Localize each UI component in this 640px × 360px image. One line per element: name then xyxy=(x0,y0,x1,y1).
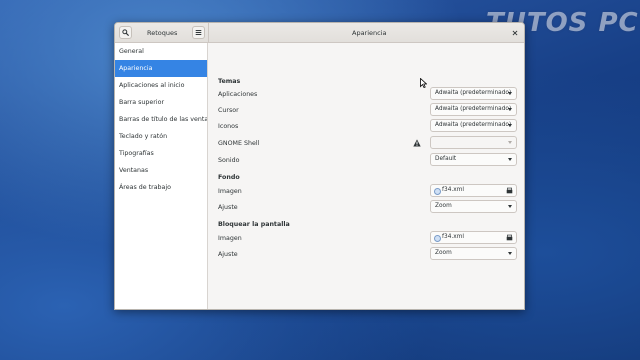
bloqueo-imagen-file-chooser[interactable]: f34.xml xyxy=(430,231,517,244)
iconos-theme-dropdown[interactable]: Adwaita (predeterminado) xyxy=(430,119,517,132)
menu-button[interactable] xyxy=(192,26,205,39)
header-bar: Retoques Apariencia xyxy=(115,23,524,43)
search-button[interactable] xyxy=(119,26,132,39)
aplicaciones-theme-value: Adwaita (predeterminado) xyxy=(435,90,512,96)
search-icon xyxy=(122,29,129,36)
fondo-heading: Fondo xyxy=(218,174,240,181)
sidebar-item-teclado-y-raton[interactable]: Teclado y ratón xyxy=(115,128,207,145)
iconos-label: Iconos xyxy=(218,123,239,130)
chevron-down-icon xyxy=(508,92,512,95)
cursor-label: Cursor xyxy=(218,107,239,114)
mouse-pointer-icon xyxy=(420,78,427,88)
bloqueo-imagen-filename: f34.xml xyxy=(442,234,464,240)
chevron-down-icon xyxy=(508,158,512,161)
close-button[interactable] xyxy=(509,27,520,38)
sidebar-item-tipografias[interactable]: Tipografías xyxy=(115,145,207,162)
sonido-label: Sonido xyxy=(218,157,240,164)
tweaks-window: Retoques Apariencia General Apariencia A… xyxy=(114,22,525,310)
chevron-down-icon xyxy=(508,141,512,144)
fondo-imagen-file-chooser[interactable]: f34.xml xyxy=(430,184,517,197)
sidebar-item-barras-de-titulo[interactable]: Barras de título de las ventanas xyxy=(115,111,207,128)
header-divider xyxy=(208,23,209,43)
aplicaciones-label: Aplicaciones xyxy=(218,91,258,98)
file-chooser-icon xyxy=(506,187,513,194)
gnome-shell-theme-dropdown[interactable] xyxy=(430,136,517,149)
chevron-down-icon xyxy=(508,205,512,208)
sonido-theme-dropdown[interactable]: Default xyxy=(430,153,517,166)
aplicaciones-theme-dropdown[interactable]: Adwaita (predeterminado) xyxy=(430,87,517,100)
cursor-theme-value: Adwaita (predeterminado) xyxy=(435,106,512,112)
bloqueo-imagen-label: Imagen xyxy=(218,235,242,242)
file-chooser-icon xyxy=(506,234,513,241)
fondo-imagen-filename: f34.xml xyxy=(442,187,464,193)
sidebar-item-aplicaciones-al-inicio[interactable]: Aplicaciones al inicio xyxy=(115,77,207,94)
bloqueo-ajuste-label: Ajuste xyxy=(218,251,238,258)
sonido-theme-value: Default xyxy=(435,156,457,162)
gnome-shell-label: GNOME Shell xyxy=(218,140,260,147)
sidebar-item-barra-superior[interactable]: Barra superior xyxy=(115,94,207,111)
fondo-ajuste-value: Zoom xyxy=(435,203,452,209)
chevron-down-icon xyxy=(508,108,512,111)
fondo-ajuste-dropdown[interactable]: Zoom xyxy=(430,200,517,213)
menu-icon xyxy=(195,30,202,35)
bloqueo-ajuste-value: Zoom xyxy=(435,250,452,256)
fondo-ajuste-label: Ajuste xyxy=(218,204,238,211)
sidebar: General Apariencia Aplicaciones al inici… xyxy=(115,43,208,309)
sidebar-item-apariencia[interactable]: Apariencia xyxy=(115,60,207,77)
chevron-down-icon xyxy=(508,124,512,127)
temas-heading: Temas xyxy=(218,78,241,85)
cursor-theme-dropdown[interactable]: Adwaita (predeterminado) xyxy=(430,103,517,116)
page-title: Apariencia xyxy=(352,29,387,37)
appearance-panel: Temas Aplicaciones Adwaita (predetermina… xyxy=(208,43,524,309)
file-icon xyxy=(434,188,441,195)
bloquear-pantalla-heading: Bloquear la pantalla xyxy=(218,221,290,228)
sidebar-item-ventanas[interactable]: Ventanas xyxy=(115,162,207,179)
close-icon xyxy=(512,30,517,35)
chevron-down-icon xyxy=(508,252,512,255)
bloqueo-ajuste-dropdown[interactable]: Zoom xyxy=(430,247,517,260)
iconos-theme-value: Adwaita (predeterminado) xyxy=(435,122,512,128)
sidebar-item-areas-de-trabajo[interactable]: Áreas de trabajo xyxy=(115,179,207,196)
file-icon xyxy=(434,235,441,242)
sidebar-item-general[interactable]: General xyxy=(115,43,207,60)
fondo-imagen-label: Imagen xyxy=(218,188,242,195)
sidebar-title: Retoques xyxy=(147,29,178,37)
warning-icon xyxy=(413,139,421,147)
